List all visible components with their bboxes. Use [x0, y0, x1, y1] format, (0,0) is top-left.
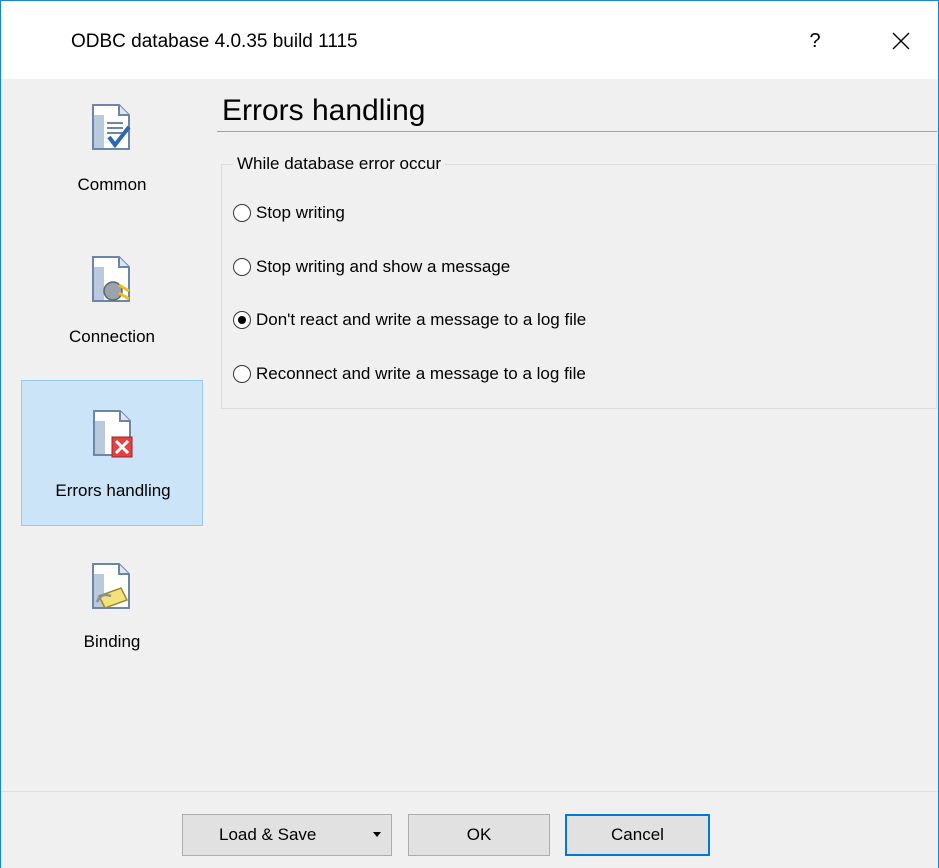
cancel-button[interactable]: Cancel	[565, 814, 710, 856]
close-icon	[892, 32, 910, 50]
radio-label: Don't react and write a message to a log…	[256, 310, 587, 329]
radio-button-checked[interactable]	[233, 311, 251, 329]
document-error-icon	[93, 410, 133, 458]
document-plug-icon	[92, 256, 130, 302]
radio-button[interactable]	[233, 204, 251, 222]
window-title: ODBC database 4.0.35 build 1115	[71, 31, 358, 52]
load-save-label: Load & Save	[219, 825, 317, 844]
sidebar-item-connection[interactable]: Connection	[21, 235, 203, 381]
radio-reconnect-log[interactable]: Reconnect and write a message to a log f…	[233, 362, 586, 386]
group-label: While database error occur	[233, 154, 446, 174]
page-title: Errors handling	[222, 94, 426, 127]
radio-label: Reconnect and write a message to a log f…	[256, 364, 586, 383]
radio-label: Stop writing	[256, 203, 345, 222]
document-check-icon	[92, 104, 131, 150]
sidebar-item-errors-handling[interactable]: Errors handling	[21, 380, 203, 526]
help-button[interactable]: ?	[793, 19, 837, 63]
radio-stop-writing[interactable]: Stop writing	[233, 201, 345, 225]
radio-dont-react-log[interactable]: Don't react and write a message to a log…	[233, 308, 586, 332]
chevron-down-icon[interactable]	[373, 832, 381, 837]
sidebar-item-binding[interactable]: Binding	[21, 542, 203, 688]
sidebar-item-label: Binding	[83, 632, 141, 651]
radio-button[interactable]	[233, 258, 251, 276]
close-button[interactable]	[879, 19, 923, 63]
dialog-window: ODBC database 4.0.35 build 1115 ? Common	[0, 0, 939, 868]
radio-label: Stop writing and show a message	[256, 257, 511, 276]
title-divider	[217, 131, 937, 132]
ok-button[interactable]: OK	[408, 814, 550, 856]
title-bar: ODBC database 4.0.35 build 1115 ?	[1, 1, 938, 79]
sidebar-item-label: Connection	[68, 327, 155, 346]
radio-button[interactable]	[233, 365, 251, 383]
sidebar-item-common[interactable]: Common	[21, 83, 203, 229]
document-link-icon	[92, 563, 130, 609]
load-save-button[interactable]: Load & Save	[182, 814, 392, 856]
sidebar-item-label: Common	[77, 175, 147, 194]
radio-stop-writing-show-message[interactable]: Stop writing and show a message	[233, 255, 510, 279]
sidebar-item-label: Errors handling	[55, 481, 171, 500]
